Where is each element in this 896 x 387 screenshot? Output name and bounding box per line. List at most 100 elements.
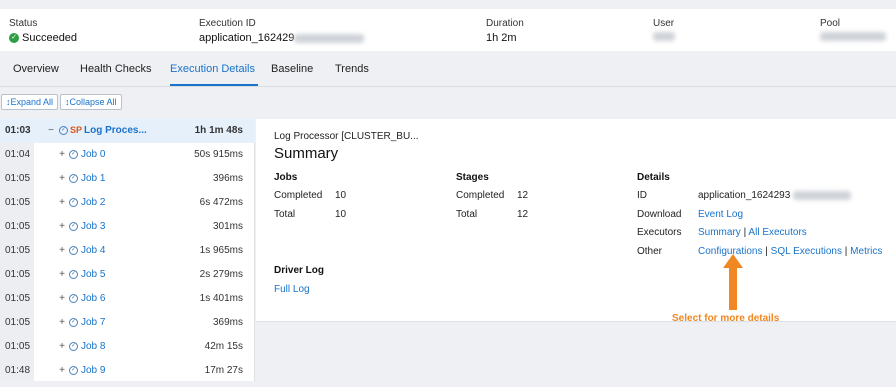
summary-subtitle: Log Processor [CLUSTER_BU...	[274, 131, 419, 142]
tab-overview[interactable]: Overview	[13, 63, 59, 75]
tree-row-job[interactable]: 01:05 + ✓ Job 8 42m 15s	[0, 335, 255, 359]
job-name[interactable]: Job 7	[81, 317, 105, 328]
row-duration: 396ms	[212, 173, 243, 184]
tree-row-job[interactable]: 01:48 + ✓ Job 9 17m 27s	[0, 359, 255, 383]
root-node-name[interactable]: Log Proces...	[84, 125, 147, 136]
expand-node-icon[interactable]: +	[57, 150, 67, 160]
user-field: User	[653, 18, 675, 41]
detail-download-label: Download	[637, 209, 682, 220]
redacted-execution-id	[294, 33, 365, 43]
expand-node-icon[interactable]: +	[57, 174, 67, 184]
active-tab-indicator	[170, 84, 258, 86]
redacted-user	[653, 32, 675, 41]
duration-value: 1h 2m	[486, 32, 517, 44]
tree-row-job[interactable]: 01:05 + ✓ Job 2 6s 472ms	[0, 191, 255, 215]
status-check-icon: ✓	[69, 366, 78, 375]
expand-node-icon[interactable]: +	[57, 270, 67, 280]
link-separator: |	[844, 246, 848, 257]
row-time: 01:05	[5, 341, 31, 352]
details-heading: Details	[637, 172, 670, 183]
tree-row-root[interactable]: 01:03 − ✓ SP Log Proces... 1h 1m 48s	[0, 119, 255, 143]
detail-id-label: ID	[637, 190, 647, 201]
row-time: 01:05	[5, 173, 31, 184]
row-time: 01:48	[5, 365, 31, 376]
stages-total-label: Total	[456, 209, 478, 220]
row-duration: 2s 279ms	[199, 269, 243, 280]
jobs-total-value: 10	[335, 209, 347, 220]
row-time: 01:05	[5, 245, 31, 256]
tree-row-job[interactable]: 01:04 + ✓ Job 0 50s 915ms	[0, 143, 255, 167]
row-duration: 369ms	[212, 317, 243, 328]
expand-node-icon[interactable]: +	[57, 222, 67, 232]
pool-label: Pool	[820, 18, 841, 29]
row-time: 01:03	[5, 125, 31, 136]
duration-field: Duration 1h 2m	[486, 18, 524, 44]
collapse-node-icon[interactable]: −	[46, 126, 56, 136]
job-name[interactable]: Job 6	[81, 293, 105, 304]
job-name[interactable]: Job 8	[81, 341, 105, 352]
metrics-link[interactable]: Metrics	[850, 246, 882, 257]
row-time: 01:05	[5, 293, 31, 304]
executors-summary-link[interactable]: Summary	[698, 227, 741, 238]
stages-total-value: 12	[517, 209, 529, 220]
status-field: Status ✓ Succeeded	[9, 18, 77, 44]
job-name[interactable]: Job 0	[81, 149, 105, 160]
tree-row-job[interactable]: 01:05 + ✓ Job 3 301ms	[0, 215, 255, 239]
execution-header: Status ✓ Succeeded Execution ID applicat…	[0, 9, 896, 51]
status-check-icon: ✓	[69, 294, 78, 303]
tab-execution-details[interactable]: Execution Details	[170, 63, 255, 75]
jobs-completed-value: 10	[335, 190, 347, 201]
status-value: Succeeded	[22, 32, 78, 44]
status-check-icon: ✓	[69, 150, 78, 159]
row-duration: 6s 472ms	[199, 197, 243, 208]
tree-row-job[interactable]: 01:05 + ✓ Job 1 396ms	[0, 167, 255, 191]
expand-node-icon[interactable]: +	[57, 366, 67, 376]
job-name[interactable]: Job 2	[81, 197, 105, 208]
collapse-all-button[interactable]: ↕Collapse All	[60, 94, 122, 110]
row-time: 01:05	[5, 317, 31, 328]
row-time: 01:05	[5, 221, 31, 232]
status-check-icon: ✓	[69, 174, 78, 183]
row-duration: 1s 965ms	[199, 245, 243, 256]
jobs-heading: Jobs	[274, 172, 298, 183]
stages-completed-label: Completed	[456, 190, 505, 201]
row-duration: 301ms	[212, 221, 243, 232]
row-duration: 1s 401ms	[199, 293, 243, 304]
expand-node-icon[interactable]: +	[57, 246, 67, 256]
summary-title: Summary	[274, 145, 339, 162]
driver-log-heading: Driver Log	[274, 265, 325, 276]
sql-executions-link[interactable]: SQL Executions	[771, 246, 842, 257]
status-check-icon: ✓	[69, 270, 78, 279]
full-log-link[interactable]: Full Log	[274, 284, 310, 295]
tree-row-job[interactable]: 01:05 + ✓ Job 5 2s 279ms	[0, 263, 255, 287]
user-label: User	[653, 18, 675, 29]
row-time: 01:05	[5, 269, 31, 280]
tab-trends[interactable]: Trends	[335, 63, 369, 75]
tree-row-job[interactable]: 01:05 + ✓ Job 7 369ms	[0, 311, 255, 335]
row-time: 01:05	[5, 197, 31, 208]
jobs-total-label: Total	[274, 209, 296, 220]
all-executors-link[interactable]: All Executors	[748, 227, 806, 238]
pool-field: Pool	[820, 18, 886, 41]
tab-health-checks[interactable]: Health Checks	[80, 63, 152, 75]
row-duration: 50s 915ms	[194, 149, 243, 160]
tab-bar: Overview Health Checks Execution Details…	[0, 51, 896, 87]
tree-row-job[interactable]: 01:05 + ✓ Job 4 1s 965ms	[0, 239, 255, 263]
tree-row-job[interactable]: 01:05 + ✓ Job 6 1s 401ms	[0, 287, 255, 311]
status-check-icon: ✓	[69, 342, 78, 351]
job-name[interactable]: Job 3	[81, 221, 105, 232]
expand-node-icon[interactable]: +	[57, 342, 67, 352]
job-name[interactable]: Job 1	[81, 173, 105, 184]
job-name[interactable]: Job 5	[81, 269, 105, 280]
expand-node-icon[interactable]: +	[57, 318, 67, 328]
job-name[interactable]: Job 4	[81, 245, 105, 256]
status-check-icon: ✓	[69, 318, 78, 327]
expand-node-icon[interactable]: +	[57, 198, 67, 208]
job-name[interactable]: Job 9	[81, 365, 105, 376]
expand-all-button[interactable]: ↕Expand All	[1, 94, 59, 110]
tab-baseline[interactable]: Baseline	[271, 63, 313, 75]
expand-node-icon[interactable]: +	[57, 294, 67, 304]
event-log-link[interactable]: Event Log	[698, 209, 743, 220]
summary-panel: Log Processor [CLUSTER_BU... Summary Job…	[256, 119, 896, 322]
status-check-icon: ✓	[69, 246, 78, 255]
